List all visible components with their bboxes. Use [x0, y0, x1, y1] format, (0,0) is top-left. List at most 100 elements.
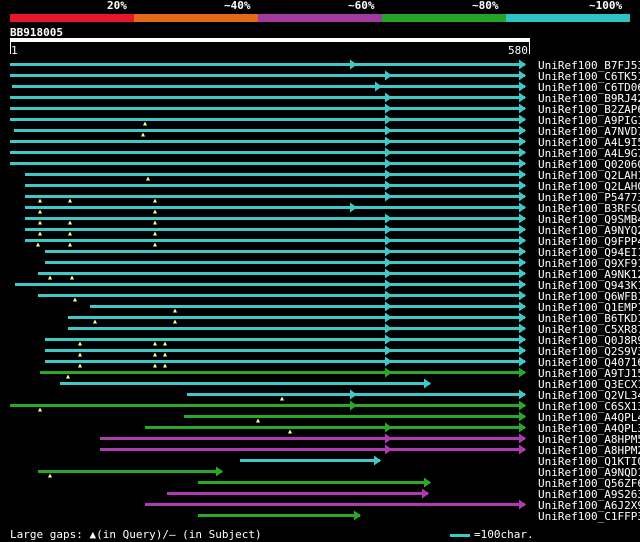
segment-arrow [350, 389, 357, 400]
hit-label[interactable]: UniRef100_A4QPL3 [538, 423, 640, 434]
hit-label[interactable]: UniRef100_B9RJ42 [538, 93, 640, 104]
hit-label[interactable]: UniRef100_A9TJ15 [538, 368, 640, 379]
query-gap-marker [68, 220, 72, 225]
hit-label[interactable]: UniRef100_Q94EI1 [538, 247, 640, 258]
alignment-end-arrow [519, 246, 526, 257]
query-gap-marker [173, 308, 177, 313]
hit-label[interactable]: UniRef100_A4QPL4 [538, 412, 640, 423]
alignment-end-arrow [424, 477, 431, 488]
query-gap-marker [280, 396, 284, 401]
hit-label[interactable]: UniRef100_Q1KTI0 [538, 456, 640, 467]
alignment-end-arrow [519, 92, 526, 103]
segment-arrow [385, 290, 392, 301]
hit-label[interactable]: UniRef100_Q6WFB1 [538, 291, 640, 302]
segment-arrow [385, 92, 392, 103]
hit-label[interactable]: UniRef100_Q1EMP1 [538, 302, 640, 313]
hit-label[interactable]: UniRef100_Q943K1 [538, 280, 640, 291]
segment-arrow [385, 257, 392, 268]
query-gap-marker [38, 231, 42, 236]
query-gap-marker [93, 319, 97, 324]
alignment-end-arrow [519, 312, 526, 323]
hit-label[interactable]: UniRef100_Q2S9V3 [538, 346, 640, 357]
alignment-end-arrow [519, 433, 526, 444]
hit-label[interactable]: UniRef100_A9S263 [538, 489, 640, 500]
query-gap-marker [163, 352, 167, 357]
alignment-end-arrow [519, 411, 526, 422]
hit-label[interactable]: UniRef100_A9NYQ2 [538, 225, 640, 236]
hit-label[interactable]: UniRef100_A9NQD1 [538, 467, 640, 478]
hit-label[interactable]: UniRef100_C6TK51 [538, 71, 640, 82]
query-gap-marker [48, 275, 52, 280]
hit-label[interactable]: UniRef100_P54773 [538, 192, 640, 203]
segment-arrow [385, 433, 392, 444]
alignment-end-arrow [519, 224, 526, 235]
segment-arrow [385, 180, 392, 191]
hit-label[interactable]: UniRef100_C6SX13 [538, 401, 640, 412]
hit-label[interactable]: UniRef100_Q2LAH0 [538, 181, 640, 192]
segment-arrow [350, 400, 357, 411]
hit-label[interactable]: UniRef100_B3RFS0 [538, 203, 640, 214]
hit-label[interactable]: UniRef100_B6TKD1 [538, 313, 640, 324]
segment-arrow [385, 356, 392, 367]
hit-label[interactable]: UniRef100_Q2VL34 [538, 390, 640, 401]
hit-label[interactable]: UniRef100_Q3ECX1 [538, 379, 640, 390]
hit-label[interactable]: UniRef100_Q40716 [538, 357, 640, 368]
hit-label[interactable]: UniRef100_C1FFP3 [538, 511, 640, 522]
query-gap-marker [153, 231, 157, 236]
hit-label[interactable]: UniRef100_C5XR87 [538, 324, 640, 335]
segment-arrow [350, 202, 357, 213]
hit-label[interactable]: UniRef100_Q9SMB4 [538, 214, 640, 225]
segment-arrow [385, 114, 392, 125]
hit-label[interactable]: UniRef100_A7NVD7 [538, 126, 640, 137]
segment-arrow [385, 279, 392, 290]
alignment-end-arrow [354, 510, 361, 521]
segment-arrow [385, 103, 392, 114]
hit-label[interactable]: UniRef100_A6J2X9 [538, 500, 640, 511]
hit-label[interactable]: UniRef100_A4L9I5 [538, 137, 640, 148]
segment-arrow [385, 268, 392, 279]
segment-arrow [385, 70, 392, 81]
alignment-end-arrow [519, 158, 526, 169]
hit-label[interactable]: UniRef100_Q56ZF6 [538, 478, 640, 489]
query-gap-marker [78, 363, 82, 368]
hit-label[interactable]: UniRef100_B7FJ53 [538, 60, 640, 71]
hit-label[interactable]: UniRef100_A8HPM5 [538, 434, 640, 445]
query-gap-marker [38, 198, 42, 203]
query-gap-marker [66, 374, 70, 379]
alignment-end-arrow [519, 147, 526, 158]
alignment-end-arrow [519, 279, 526, 290]
alignment-end-arrow [422, 488, 429, 499]
query-gap-marker [38, 220, 42, 225]
hit-label[interactable]: UniRef100_B2ZAP6 [538, 104, 640, 115]
segment-arrow [385, 246, 392, 257]
query-gap-marker [163, 363, 167, 368]
hit-label[interactable]: UniRef100_Q2LAH1 [538, 170, 640, 181]
hit-label[interactable]: UniRef100_Q02060 [538, 159, 640, 170]
alignment-end-arrow [519, 70, 526, 81]
query-gap-marker [38, 209, 42, 214]
hit-label[interactable]: UniRef100_A4L9G7 [538, 148, 640, 159]
hit-label[interactable]: UniRef100_C6TD06 [538, 82, 640, 93]
query-gap-marker [36, 242, 40, 247]
alignment-end-arrow [424, 378, 431, 389]
hit-label[interactable]: UniRef100_A9NK12 [538, 269, 640, 280]
alignment-end-arrow [519, 444, 526, 455]
hit-label[interactable]: UniRef100_Q0J8R9 [538, 335, 640, 346]
query-gap-marker [173, 319, 177, 324]
alignment-end-arrow [374, 455, 381, 466]
hit-label[interactable]: UniRef100_A9PIG1 [538, 115, 640, 126]
query-gap-marker [256, 418, 260, 423]
hit-label[interactable]: UniRef100_A8HPM2 [538, 445, 640, 456]
hit-label[interactable]: UniRef100_Q9FPP4 [538, 236, 640, 247]
alignment-end-arrow [519, 114, 526, 125]
hit-label[interactable]: UniRef100_Q9XF91 [538, 258, 640, 269]
alignment-end-arrow [519, 499, 526, 510]
segment-arrow [385, 213, 392, 224]
alignment-end-arrow [519, 422, 526, 433]
alignment-end-arrow [519, 356, 526, 367]
query-gap-marker [70, 275, 74, 280]
query-gap-marker [78, 352, 82, 357]
query-gap-marker [163, 341, 167, 346]
gaps-legend: Large gaps: ▲(in Query)/– (in Subject) [10, 528, 262, 541]
segment-arrow [385, 169, 392, 180]
